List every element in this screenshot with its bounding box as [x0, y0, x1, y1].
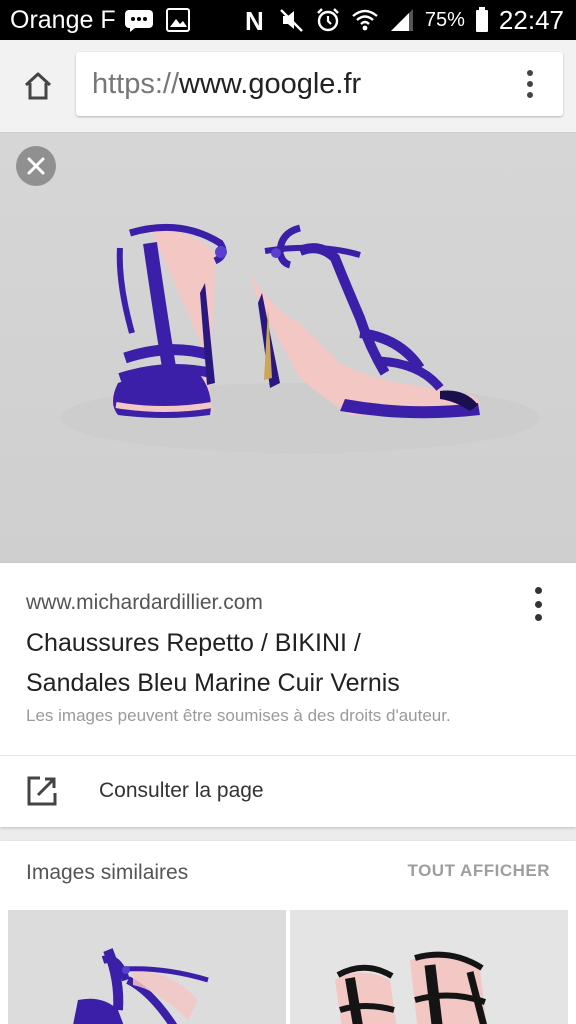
result-card: www.michardardillier.com Chaussures Repe… [0, 563, 576, 827]
image-preview[interactable] [0, 133, 576, 563]
result-title-line-2: Sandales Bleu Marine Cuir Vernis [26, 669, 400, 697]
close-preview-button[interactable] [16, 146, 56, 186]
similar-image-thumbnail[interactable] [8, 910, 286, 1024]
sandals-photo [60, 223, 540, 453]
menu-dot [534, 587, 542, 594]
url-host: www.google.fr [179, 67, 362, 100]
show-all-button[interactable]: TOUT AFFICHER [408, 861, 551, 881]
similar-images-section: Images similaires TOUT AFFICHER [0, 841, 576, 1024]
left-sandal [111, 223, 227, 418]
home-button[interactable] [18, 66, 58, 106]
close-icon [27, 157, 45, 175]
menu-dot [527, 70, 533, 76]
home-icon [24, 72, 52, 100]
visit-page-button[interactable]: Consulter la page [0, 756, 576, 826]
message-icon [124, 8, 154, 32]
url-bar[interactable]: https://www.google.fr [76, 52, 563, 116]
alarm-icon [315, 7, 341, 33]
nfc-icon: N [243, 7, 269, 33]
wifi-icon [351, 7, 379, 33]
result-title[interactable]: Chaussures Repetto / BIKINI / Sandales B… [26, 623, 546, 703]
blue-sandal-thumbnail [73, 948, 209, 1024]
carrier-name: Orange F [10, 5, 116, 34]
gallery-icon [165, 8, 190, 32]
similar-image-thumbnail[interactable] [290, 910, 568, 1024]
copyright-notice: Les images peuvent être soumises à des d… [26, 706, 451, 725]
menu-dot [534, 600, 542, 608]
menu-dot [527, 81, 533, 87]
black-sandal-thumbnail [335, 951, 487, 1024]
menu-dot [527, 92, 533, 98]
menu-dot [534, 614, 542, 621]
result-menu-button[interactable] [530, 587, 546, 621]
similar-images-title: Images similaires [26, 861, 189, 884]
status-bar: Orange F N 75% 22:47 [0, 0, 576, 40]
url-scheme: https:// [92, 67, 180, 100]
mute-icon [279, 7, 305, 33]
battery-percent: 75% [424, 8, 465, 31]
browser-menu-button[interactable] [515, 66, 545, 102]
url-text[interactable]: https://www.google.fr [92, 68, 361, 101]
result-domain[interactable]: www.michardardillier.com [26, 591, 263, 615]
open-in-new-icon [25, 774, 59, 808]
clock: 22:47 [498, 4, 564, 35]
battery-icon [475, 7, 489, 33]
svg-text:N: N [245, 7, 264, 33]
signal-icon [389, 7, 415, 33]
browser-toolbar: https://www.google.fr [0, 40, 576, 133]
visit-page-label: Consulter la page [99, 779, 264, 802]
result-title-line-1: Chaussures Repetto / BIKINI / [26, 629, 361, 657]
